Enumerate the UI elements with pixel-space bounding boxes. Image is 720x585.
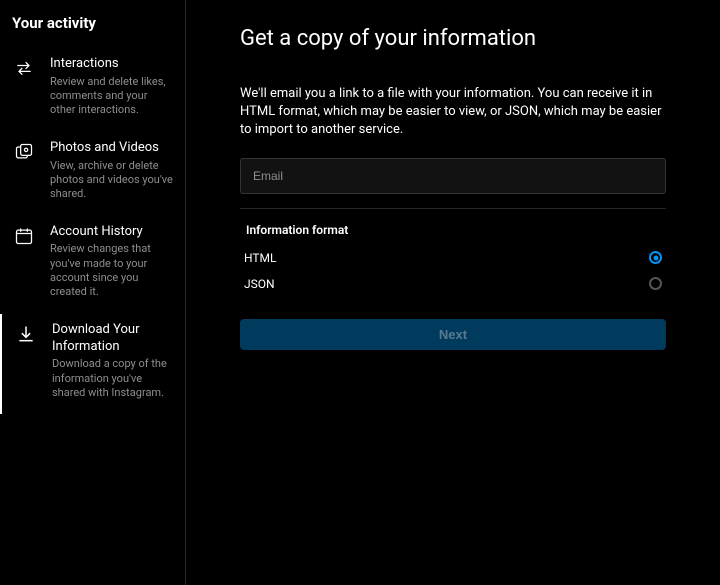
sidebar-item-label: Account History xyxy=(50,224,173,241)
format-section-label: Information format xyxy=(240,219,666,245)
format-option-html[interactable]: HTML xyxy=(240,245,666,271)
sidebar-item-interactions[interactable]: Interactions Review and delete likes, co… xyxy=(0,48,185,132)
sidebar-text: Interactions Review and delete likes, co… xyxy=(50,56,173,118)
page-description: We'll email you a link to a file with yo… xyxy=(240,85,666,140)
radio-icon xyxy=(649,251,662,264)
arrows-icon xyxy=(12,56,36,118)
sidebar-item-label: Photos and Videos xyxy=(50,140,173,157)
page-title: Get a copy of your information xyxy=(240,26,666,51)
sidebar-item-label: Download Your Information xyxy=(52,322,173,356)
sidebar-text: Download Your Information Download a cop… xyxy=(52,322,173,401)
radio-label: HTML xyxy=(244,251,277,265)
sidebar: Your activity Interactions Review and de… xyxy=(0,0,186,585)
sidebar-item-label: Interactions xyxy=(50,56,173,73)
sidebar-text: Account History Review changes that you'… xyxy=(50,224,173,300)
calendar-icon xyxy=(12,224,36,300)
divider xyxy=(240,208,666,209)
email-field[interactable] xyxy=(240,158,666,194)
radio-label: JSON xyxy=(244,277,275,291)
sidebar-title: Your activity xyxy=(0,14,185,48)
format-option-json[interactable]: JSON xyxy=(240,271,666,297)
sidebar-item-desc: Review and delete likes, comments and yo… xyxy=(50,75,173,118)
photos-icon xyxy=(12,140,36,202)
sidebar-item-desc: View, archive or delete photos and video… xyxy=(50,159,173,202)
sidebar-item-desc: Download a copy of the information you'v… xyxy=(52,357,173,400)
next-button[interactable]: Next xyxy=(240,319,666,350)
sidebar-item-history[interactable]: Account History Review changes that you'… xyxy=(0,216,185,314)
sidebar-item-download[interactable]: Download Your Information Download a cop… xyxy=(0,314,185,415)
sidebar-item-photos[interactable]: Photos and Videos View, archive or delet… xyxy=(0,132,185,216)
radio-icon xyxy=(649,277,662,290)
main-content: Get a copy of your information We'll ema… xyxy=(186,0,720,585)
download-icon xyxy=(14,322,38,401)
sidebar-item-desc: Review changes that you've made to your … xyxy=(50,242,173,299)
sidebar-text: Photos and Videos View, archive or delet… xyxy=(50,140,173,202)
